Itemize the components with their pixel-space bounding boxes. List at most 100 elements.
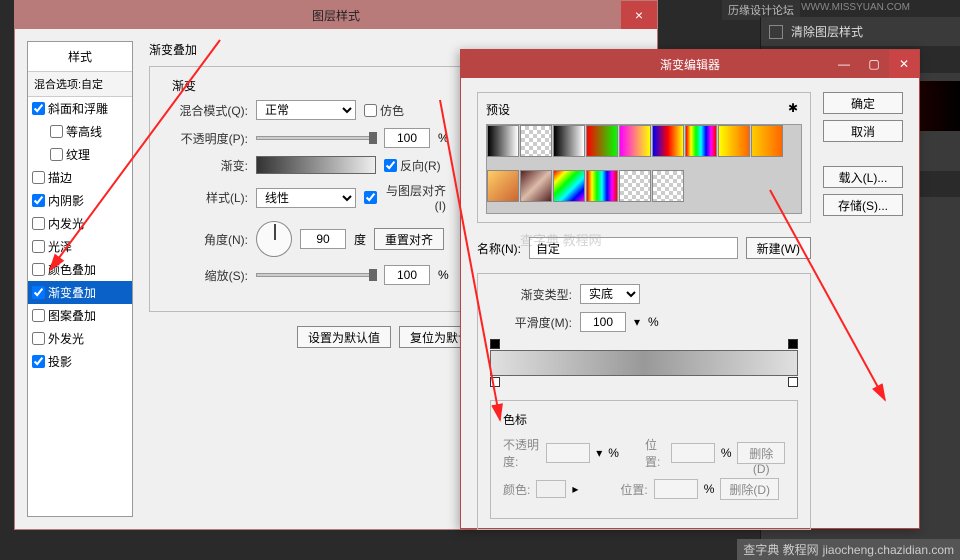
gradient-bar[interactable] [490,350,798,376]
presets-panel: 预设 ✱ [477,92,811,223]
preset-swatch[interactable] [586,170,618,202]
style-label: 样式(L): [166,189,248,206]
opacity-slider[interactable] [256,136,376,140]
style-checkbox[interactable] [32,263,45,276]
presets-label: 预设 [486,101,510,118]
color-stop[interactable] [490,377,500,387]
style-item[interactable]: 颜色叠加 [28,258,132,281]
preset-swatch[interactable] [487,170,519,202]
delete-button[interactable]: 删除(D) [737,442,785,464]
degree-label: 度 [354,231,366,248]
preset-swatch[interactable] [619,170,651,202]
preset-swatch[interactable] [586,125,618,157]
gradient-options: 渐变类型: 实底 平滑度(M): ▾ % 色标 [477,273,811,530]
preset-swatch[interactable] [553,125,585,157]
scale-input[interactable] [384,265,430,285]
cs-opacity-input[interactable] [546,443,590,463]
preset-swatch[interactable] [619,125,651,157]
cs-opacity-label: 不透明度: [503,436,540,470]
style-item[interactable]: 内阴影 [28,189,132,212]
styles-header: 样式 [28,42,132,72]
new-button[interactable]: 新建(W) [746,237,811,259]
style-item[interactable]: 描边 [28,166,132,189]
gradient-preview[interactable] [256,156,376,174]
gear-icon[interactable]: ✱ [788,101,802,115]
style-checkbox[interactable] [32,355,45,368]
cancel-button[interactable]: 取消 [823,120,903,142]
dither-check[interactable]: 仿色 [364,102,446,119]
style-checkbox[interactable] [32,309,45,322]
style-checkbox[interactable] [50,148,63,161]
scale-slider[interactable] [256,273,376,277]
fieldset-title: 渐变 [166,77,202,94]
style-item[interactable]: 光泽 [28,235,132,258]
dropdown-icon[interactable]: ▾ [634,315,640,329]
style-item[interactable]: 投影 [28,350,132,373]
dlg1-close-button[interactable]: × [621,1,657,29]
style-checkbox[interactable] [50,125,63,138]
opacity-stop[interactable] [490,339,500,349]
smoothness-label: 平滑度(M): [490,314,572,331]
close-button[interactable]: ✕ [889,50,919,78]
style-checkbox[interactable] [32,171,45,184]
preset-swatch[interactable] [553,170,585,202]
blend-mode-select[interactable]: 正常 [256,100,356,120]
angle-input[interactable] [300,229,346,249]
preset-swatch[interactable] [652,170,684,202]
style-checkbox[interactable] [32,240,45,253]
style-item[interactable]: 外发光 [28,327,132,350]
preset-swatch[interactable] [487,125,519,157]
minimize-button[interactable]: — [829,50,859,78]
opacity-stop[interactable] [788,339,798,349]
style-item[interactable]: 斜面和浮雕 [28,97,132,120]
bg-clear-style[interactable]: 清除图层样式 [761,17,960,47]
cs-position-input[interactable] [671,443,715,463]
style-item[interactable]: 内发光 [28,212,132,235]
blend-options-item[interactable]: 混合选项:自定 [28,72,132,97]
set-default-button[interactable]: 设置为默认值 [297,326,391,348]
style-checkbox[interactable] [32,194,45,207]
style-label: 等高线 [66,123,102,140]
style-item[interactable]: 等高线 [28,120,132,143]
dlg2-titlebar[interactable]: 渐变编辑器 — ▢ ✕ [461,50,919,78]
style-checkbox[interactable] [32,332,45,345]
color-stop[interactable] [788,377,798,387]
footer-watermark: 查字典 教程网 jiaocheng.chazidian.com [737,539,960,560]
style-label: 渐变叠加 [48,284,96,301]
preset-swatch[interactable] [520,170,552,202]
reverse-check[interactable]: 反向(R) [384,157,466,174]
name-label: 名称(N): [477,240,521,257]
grad-type-select[interactable]: 实底 [580,284,640,304]
preset-swatch[interactable] [652,125,684,157]
reset-align-button[interactable]: 重置对齐 [374,228,444,250]
save-button[interactable]: 存储(S)... [823,194,903,216]
dlg1-titlebar[interactable]: 图层样式 × [15,1,657,29]
cs-position-input[interactable] [654,479,698,499]
smoothness-input[interactable] [580,312,626,332]
percent-label: % [721,446,732,460]
opacity-input[interactable] [384,128,430,148]
style-select[interactable]: 线性 [256,188,356,208]
dlg2-title-text: 渐变编辑器 [660,56,720,73]
load-button[interactable]: 载入(L)... [823,166,903,188]
maximize-button[interactable]: ▢ [859,50,889,78]
style-checkbox[interactable] [32,217,45,230]
style-item[interactable]: 图案叠加 [28,304,132,327]
bg-url: WWW.MISSYUAN.COM [801,2,910,13]
delete-button[interactable]: 删除(D) [720,478,779,500]
preset-swatch[interactable] [751,125,783,157]
preset-swatch[interactable] [685,125,717,157]
ok-button[interactable]: 确定 [823,92,903,114]
angle-dial[interactable] [256,221,292,257]
style-checkbox[interactable] [32,102,45,115]
preset-swatch[interactable] [718,125,750,157]
style-checkbox[interactable] [32,286,45,299]
style-item[interactable]: 纹理 [28,143,132,166]
color-box[interactable] [536,480,566,498]
opacity-label: 不透明度(P): [166,130,248,147]
align-check[interactable]: 与图层对齐(I) [364,182,446,213]
style-item[interactable]: 渐变叠加 [28,281,132,304]
percent-label: % [608,446,619,460]
doc-icon [769,25,783,39]
preset-swatch[interactable] [520,125,552,157]
